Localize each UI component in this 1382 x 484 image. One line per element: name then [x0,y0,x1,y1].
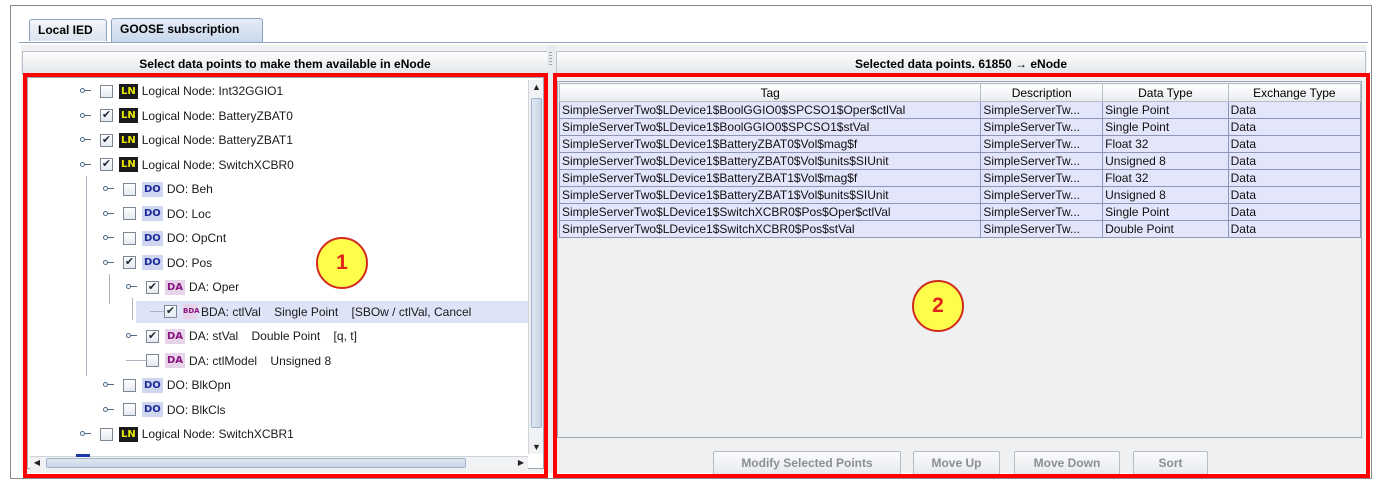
tab-local-ied[interactable]: Local IED [29,19,107,41]
tab-divider [19,42,1368,43]
left-pane-header: Select data points to make them availabl… [22,51,548,75]
splitter-grip-icon[interactable] [549,52,552,66]
callout-marker-2: 2 [912,280,964,332]
callout-marker-1: 1 [316,237,368,289]
highlight-box-2 [553,73,1370,478]
right-pane-header: Selected data points. 61850 → eNode [556,51,1366,75]
tab-goose-subscription[interactable]: GOOSE subscription [111,18,263,42]
tab-bar: Local IED GOOSE subscription [19,18,1369,43]
highlight-box-1 [23,73,548,478]
